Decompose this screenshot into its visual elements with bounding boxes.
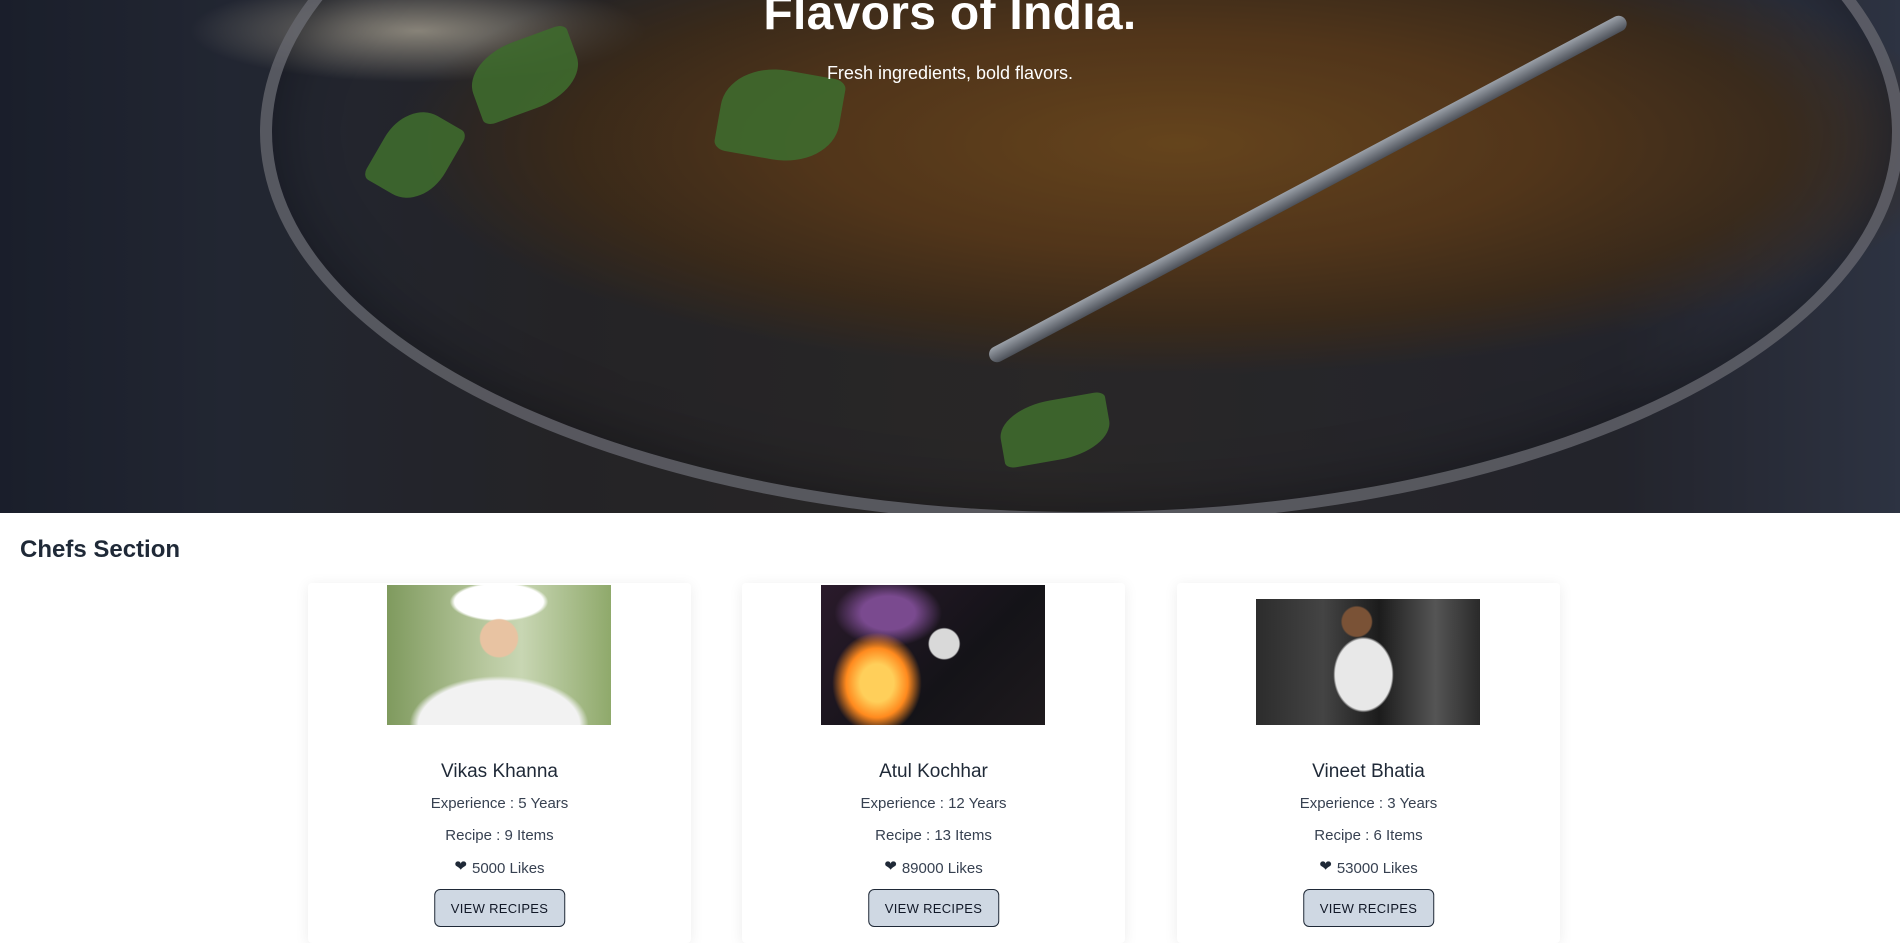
chef-name: Vineet Bhatia (1312, 761, 1425, 782)
chef-recipes: Recipe : 13 Items (875, 827, 992, 844)
chef-card: Vikas Khanna Experience : 5 Years Recipe… (308, 583, 691, 943)
chef-photo (387, 585, 611, 725)
chef-likes: 89000 Likes (901, 860, 983, 877)
view-recipes-button[interactable]: VIEW RECIPES (1302, 889, 1435, 927)
herb-garnish (995, 390, 1115, 470)
chef-name: Atul Kochhar (879, 761, 988, 782)
chef-photo (1256, 599, 1480, 725)
hero-banner: Flavors of India. Fresh ingredients, bol… (0, 0, 1900, 513)
chef-experience: Experience : 12 Years (860, 795, 1007, 812)
chef-card: Atul Kochhar Experience : 12 Years Recip… (742, 583, 1125, 943)
heart-icon: ❤ (1319, 858, 1332, 875)
hero-title: Flavors of India. (763, 0, 1137, 40)
chef-likes: 5000 Likes (472, 860, 545, 877)
chef-likes: 53000 Likes (1336, 860, 1418, 877)
hero-subtitle: Fresh ingredients, bold flavors. (826, 63, 1074, 83)
section-title: Chefs Section (20, 536, 181, 563)
herb-garnish (362, 98, 468, 212)
chef-photo (821, 585, 1045, 725)
chef-recipes: Recipe : 6 Items (1314, 827, 1423, 844)
chef-card: Vineet Bhatia Experience : 3 Years Recip… (1177, 583, 1560, 943)
chef-experience: Experience : 5 Years (430, 795, 569, 812)
view-recipes-button[interactable]: VIEW RECIPES (433, 889, 566, 927)
chef-name: Vikas Khanna (441, 761, 558, 782)
chef-likes-row: ❤ 89000 Likes (742, 858, 1125, 877)
chef-likes-row: ❤ 5000 Likes (308, 858, 691, 877)
chef-likes-row: ❤ 53000 Likes (1177, 858, 1560, 877)
view-recipes-button[interactable]: VIEW RECIPES (867, 889, 1000, 927)
heart-icon: ❤ (884, 858, 897, 875)
heart-icon: ❤ (454, 858, 467, 875)
chef-recipes: Recipe : 9 Items (445, 827, 554, 844)
chef-experience: Experience : 3 Years (1299, 795, 1438, 812)
